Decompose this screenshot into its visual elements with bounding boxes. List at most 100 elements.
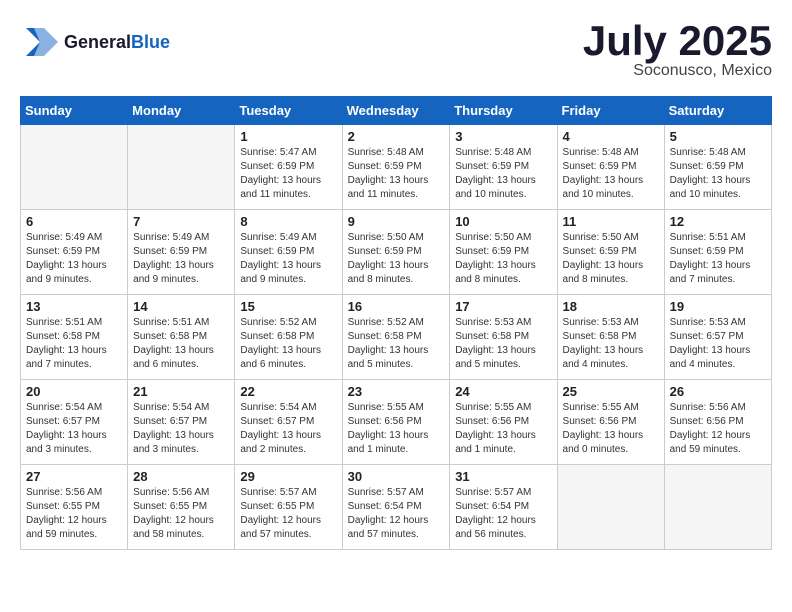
calendar-cell: 10Sunrise: 5:50 AM Sunset: 6:59 PM Dayli… <box>450 210 557 295</box>
day-number: 14 <box>133 299 229 314</box>
day-info: Sunrise: 5:51 AM Sunset: 6:59 PM Dayligh… <box>670 231 766 287</box>
day-number: 6 <box>26 214 122 229</box>
weekday-header-monday: Monday <box>128 97 235 125</box>
day-number: 22 <box>240 384 336 399</box>
day-number: 29 <box>240 469 336 484</box>
calendar-cell: 8 Sunrise: 5:49 AM Sunset: 6:59 PM Daylig… <box>235 210 342 295</box>
day-info: Sunrise: 5:54 AM Sunset: 6:57 PM Dayligh… <box>26 401 122 457</box>
day-info: Sunrise: 5:54 AM Sunset: 6:57 PM Dayligh… <box>133 401 229 457</box>
day-number: 12 <box>670 214 766 229</box>
day-info: Sunrise: 5:50 AM Sunset: 6:59 PM Dayligh… <box>563 231 659 287</box>
calendar-cell: 20 Sunrise: 5:54 AM Sunset: 6:57 PM Dayli… <box>21 380 128 465</box>
calendar-cell: 6 Sunrise: 5:49 AM Sunset: 6:59 PM Daylig… <box>21 210 128 295</box>
day-info: Sunrise: 5:57 AM Sunset: 6:55 PM Dayligh… <box>240 486 336 542</box>
calendar-cell: 17 Sunrise: 5:53 AM Sunset: 6:58 PM Dayli… <box>450 295 557 380</box>
day-info: Sunrise: 5:57 AM Sunset: 6:54 PM Dayligh… <box>348 486 445 542</box>
calendar-cell: 1Sunrise: 5:47 AM Sunset: 6:59 PM Daylig… <box>235 125 342 210</box>
calendar-week-2: 6 Sunrise: 5:49 AM Sunset: 6:59 PM Daylig… <box>21 210 772 295</box>
day-number: 15 <box>240 299 336 314</box>
calendar-cell <box>557 465 664 550</box>
location: Soconusco, Mexico <box>583 62 772 80</box>
day-number: 20 <box>26 384 122 399</box>
day-number: 28 <box>133 469 229 484</box>
weekday-header-wednesday: Wednesday <box>342 97 450 125</box>
calendar-week-4: 20 Sunrise: 5:54 AM Sunset: 6:57 PM Dayli… <box>21 380 772 465</box>
calendar-cell: 5 Sunrise: 5:48 AM Sunset: 6:59 PM Daylig… <box>664 125 771 210</box>
day-number: 25 <box>563 384 659 399</box>
day-number: 18 <box>563 299 659 314</box>
calendar-cell: 28 Sunrise: 5:56 AM Sunset: 6:55 PM Dayli… <box>128 465 235 550</box>
day-number: 9 <box>348 214 445 229</box>
day-info: Sunrise: 5:51 AM Sunset: 6:58 PM Dayligh… <box>26 316 122 372</box>
day-info: Sunrise: 5:48 AM Sunset: 6:59 PM Dayligh… <box>563 146 659 202</box>
calendar-cell: 22Sunrise: 5:54 AM Sunset: 6:57 PM Dayli… <box>235 380 342 465</box>
calendar-cell: 31 Sunrise: 5:57 AM Sunset: 6:54 PM Dayli… <box>450 465 557 550</box>
day-info: Sunrise: 5:47 AM Sunset: 6:59 PM Dayligh… <box>240 146 336 202</box>
day-info: Sunrise: 5:51 AM Sunset: 6:58 PM Dayligh… <box>133 316 229 372</box>
day-number: 5 <box>670 129 766 144</box>
calendar-cell: 27Sunrise: 5:56 AM Sunset: 6:55 PM Dayli… <box>21 465 128 550</box>
day-number: 16 <box>348 299 445 314</box>
day-info: Sunrise: 5:52 AM Sunset: 6:58 PM Dayligh… <box>348 316 445 372</box>
day-info: Sunrise: 5:56 AM Sunset: 6:55 PM Dayligh… <box>133 486 229 542</box>
title-block: July 2025 Soconusco, Mexico <box>583 20 772 80</box>
weekday-header-friday: Friday <box>557 97 664 125</box>
day-number: 24 <box>455 384 551 399</box>
day-info: Sunrise: 5:48 AM Sunset: 6:59 PM Dayligh… <box>670 146 766 202</box>
day-info: Sunrise: 5:55 AM Sunset: 6:56 PM Dayligh… <box>455 401 551 457</box>
day-info: Sunrise: 5:52 AM Sunset: 6:58 PM Dayligh… <box>240 316 336 372</box>
day-info: Sunrise: 5:48 AM Sunset: 6:59 PM Dayligh… <box>455 146 551 202</box>
month-title: July 2025 <box>583 20 772 62</box>
day-info: Sunrise: 5:56 AM Sunset: 6:55 PM Dayligh… <box>26 486 122 542</box>
day-number: 19 <box>670 299 766 314</box>
weekday-header-tuesday: Tuesday <box>235 97 342 125</box>
day-number: 30 <box>348 469 445 484</box>
day-info: Sunrise: 5:48 AM Sunset: 6:59 PM Dayligh… <box>348 146 445 202</box>
calendar-cell <box>664 465 771 550</box>
calendar-week-5: 27Sunrise: 5:56 AM Sunset: 6:55 PM Dayli… <box>21 465 772 550</box>
calendar-cell: 12 Sunrise: 5:51 AM Sunset: 6:59 PM Dayli… <box>664 210 771 295</box>
weekday-header-sunday: Sunday <box>21 97 128 125</box>
day-number: 21 <box>133 384 229 399</box>
calendar-cell: 30 Sunrise: 5:57 AM Sunset: 6:54 PM Dayli… <box>342 465 450 550</box>
day-number: 4 <box>563 129 659 144</box>
day-info: Sunrise: 5:50 AM Sunset: 6:59 PM Dayligh… <box>455 231 551 287</box>
day-info: Sunrise: 5:53 AM Sunset: 6:58 PM Dayligh… <box>563 316 659 372</box>
calendar-cell: 18 Sunrise: 5:53 AM Sunset: 6:58 PM Dayli… <box>557 295 664 380</box>
day-number: 31 <box>455 469 551 484</box>
calendar-cell: 4 Sunrise: 5:48 AM Sunset: 6:59 PM Daylig… <box>557 125 664 210</box>
calendar-cell: 16 Sunrise: 5:52 AM Sunset: 6:58 PM Dayli… <box>342 295 450 380</box>
weekday-header-thursday: Thursday <box>450 97 557 125</box>
logo-text: GeneralBlue <box>64 32 170 53</box>
day-number: 2 <box>348 129 445 144</box>
day-number: 8 <box>240 214 336 229</box>
day-info: Sunrise: 5:55 AM Sunset: 6:56 PM Dayligh… <box>563 401 659 457</box>
day-info: Sunrise: 5:56 AM Sunset: 6:56 PM Dayligh… <box>670 401 766 457</box>
day-info: Sunrise: 5:53 AM Sunset: 6:57 PM Dayligh… <box>670 316 766 372</box>
calendar-cell: 24 Sunrise: 5:55 AM Sunset: 6:56 PM Dayli… <box>450 380 557 465</box>
calendar-cell <box>21 125 128 210</box>
day-number: 7 <box>133 214 229 229</box>
calendar-cell: 19 Sunrise: 5:53 AM Sunset: 6:57 PM Dayli… <box>664 295 771 380</box>
day-number: 23 <box>348 384 445 399</box>
day-number: 3 <box>455 129 551 144</box>
day-number: 17 <box>455 299 551 314</box>
day-info: Sunrise: 5:49 AM Sunset: 6:59 PM Dayligh… <box>240 231 336 287</box>
page-header: GeneralBlue July 2025 Soconusco, Mexico <box>20 20 772 80</box>
calendar-cell: 23Sunrise: 5:55 AM Sunset: 6:56 PM Dayli… <box>342 380 450 465</box>
day-info: Sunrise: 5:49 AM Sunset: 6:59 PM Dayligh… <box>133 231 229 287</box>
calendar-cell <box>128 125 235 210</box>
calendar-cell: 3 Sunrise: 5:48 AM Sunset: 6:59 PM Daylig… <box>450 125 557 210</box>
calendar-cell: 11 Sunrise: 5:50 AM Sunset: 6:59 PM Dayli… <box>557 210 664 295</box>
calendar-cell: 29 Sunrise: 5:57 AM Sunset: 6:55 PM Dayli… <box>235 465 342 550</box>
calendar-cell: 2 Sunrise: 5:48 AM Sunset: 6:59 PM Daylig… <box>342 125 450 210</box>
day-number: 26 <box>670 384 766 399</box>
day-number: 11 <box>563 214 659 229</box>
day-info: Sunrise: 5:49 AM Sunset: 6:59 PM Dayligh… <box>26 231 122 287</box>
calendar-cell: 15 Sunrise: 5:52 AM Sunset: 6:58 PM Dayli… <box>235 295 342 380</box>
day-info: Sunrise: 5:53 AM Sunset: 6:58 PM Dayligh… <box>455 316 551 372</box>
calendar-week-3: 13Sunrise: 5:51 AM Sunset: 6:58 PM Dayli… <box>21 295 772 380</box>
day-info: Sunrise: 5:57 AM Sunset: 6:54 PM Dayligh… <box>455 486 551 542</box>
calendar-table: SundayMondayTuesdayWednesdayThursdayFrid… <box>20 96 772 550</box>
weekday-header-row: SundayMondayTuesdayWednesdayThursdayFrid… <box>21 97 772 125</box>
